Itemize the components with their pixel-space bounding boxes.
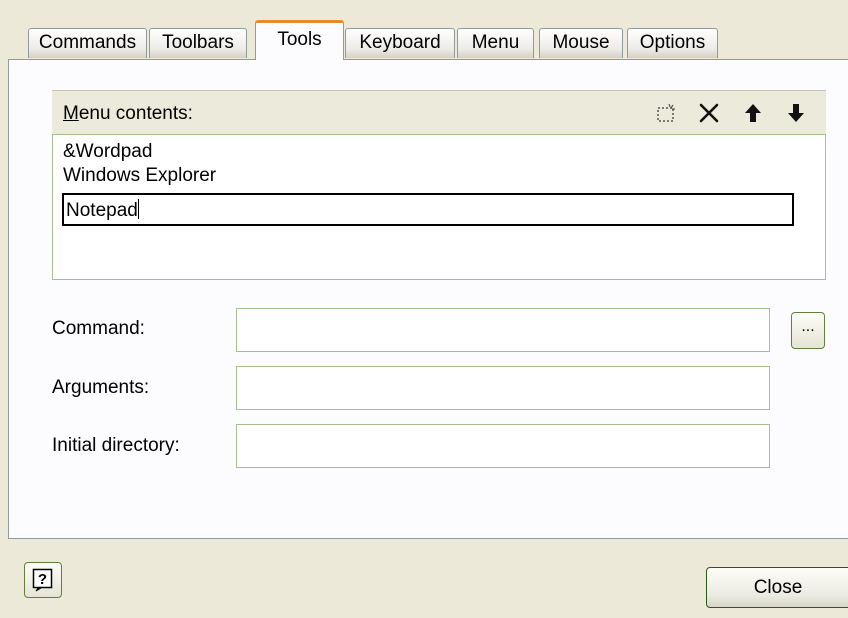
tab-tools[interactable]: Tools — [255, 20, 344, 60]
close-button[interactable]: Close — [706, 567, 848, 608]
help-icon: ? — [32, 568, 53, 592]
tab-menu[interactable]: Menu — [457, 28, 534, 58]
tab-toolbars[interactable]: Toolbars — [149, 28, 247, 58]
tab-keyboard[interactable]: Keyboard — [345, 28, 455, 58]
svg-text:?: ? — [38, 571, 47, 588]
help-button[interactable]: ? — [24, 562, 62, 598]
arguments-input[interactable] — [236, 366, 770, 410]
command-label: Command: — [52, 318, 145, 339]
delete-icon[interactable] — [695, 98, 723, 128]
tools-tab-page: Menu contents: &Wordpad Windows Explorer — [8, 59, 848, 539]
list-item-edit-field[interactable]: Notepad — [62, 193, 794, 226]
list-item[interactable]: Windows Explorer — [63, 165, 216, 187]
command-input[interactable] — [236, 308, 770, 352]
browse-button[interactable]: ... — [791, 312, 825, 349]
arguments-label: Arguments: — [52, 377, 150, 398]
menu-contents-label: Menu contents: — [63, 103, 193, 124]
tab-mouse[interactable]: Mouse — [539, 28, 623, 58]
move-up-icon[interactable] — [739, 98, 767, 128]
initial-directory-input[interactable] — [236, 424, 770, 468]
menu-contents-header: Menu contents: — [52, 90, 826, 134]
tab-options[interactable]: Options — [627, 28, 718, 58]
new-item-icon[interactable] — [652, 98, 680, 128]
menu-contents-list[interactable]: &Wordpad Windows Explorer Notepad — [52, 134, 826, 280]
tab-commands[interactable]: Commands — [28, 28, 147, 58]
initial-directory-label: Initial directory: — [52, 435, 180, 456]
list-item[interactable]: &Wordpad — [63, 141, 152, 163]
move-down-icon[interactable] — [782, 98, 810, 128]
text-caret — [137, 199, 139, 219]
tab-strip: Commands Toolbars Tools Keyboard Menu Mo… — [28, 18, 848, 60]
